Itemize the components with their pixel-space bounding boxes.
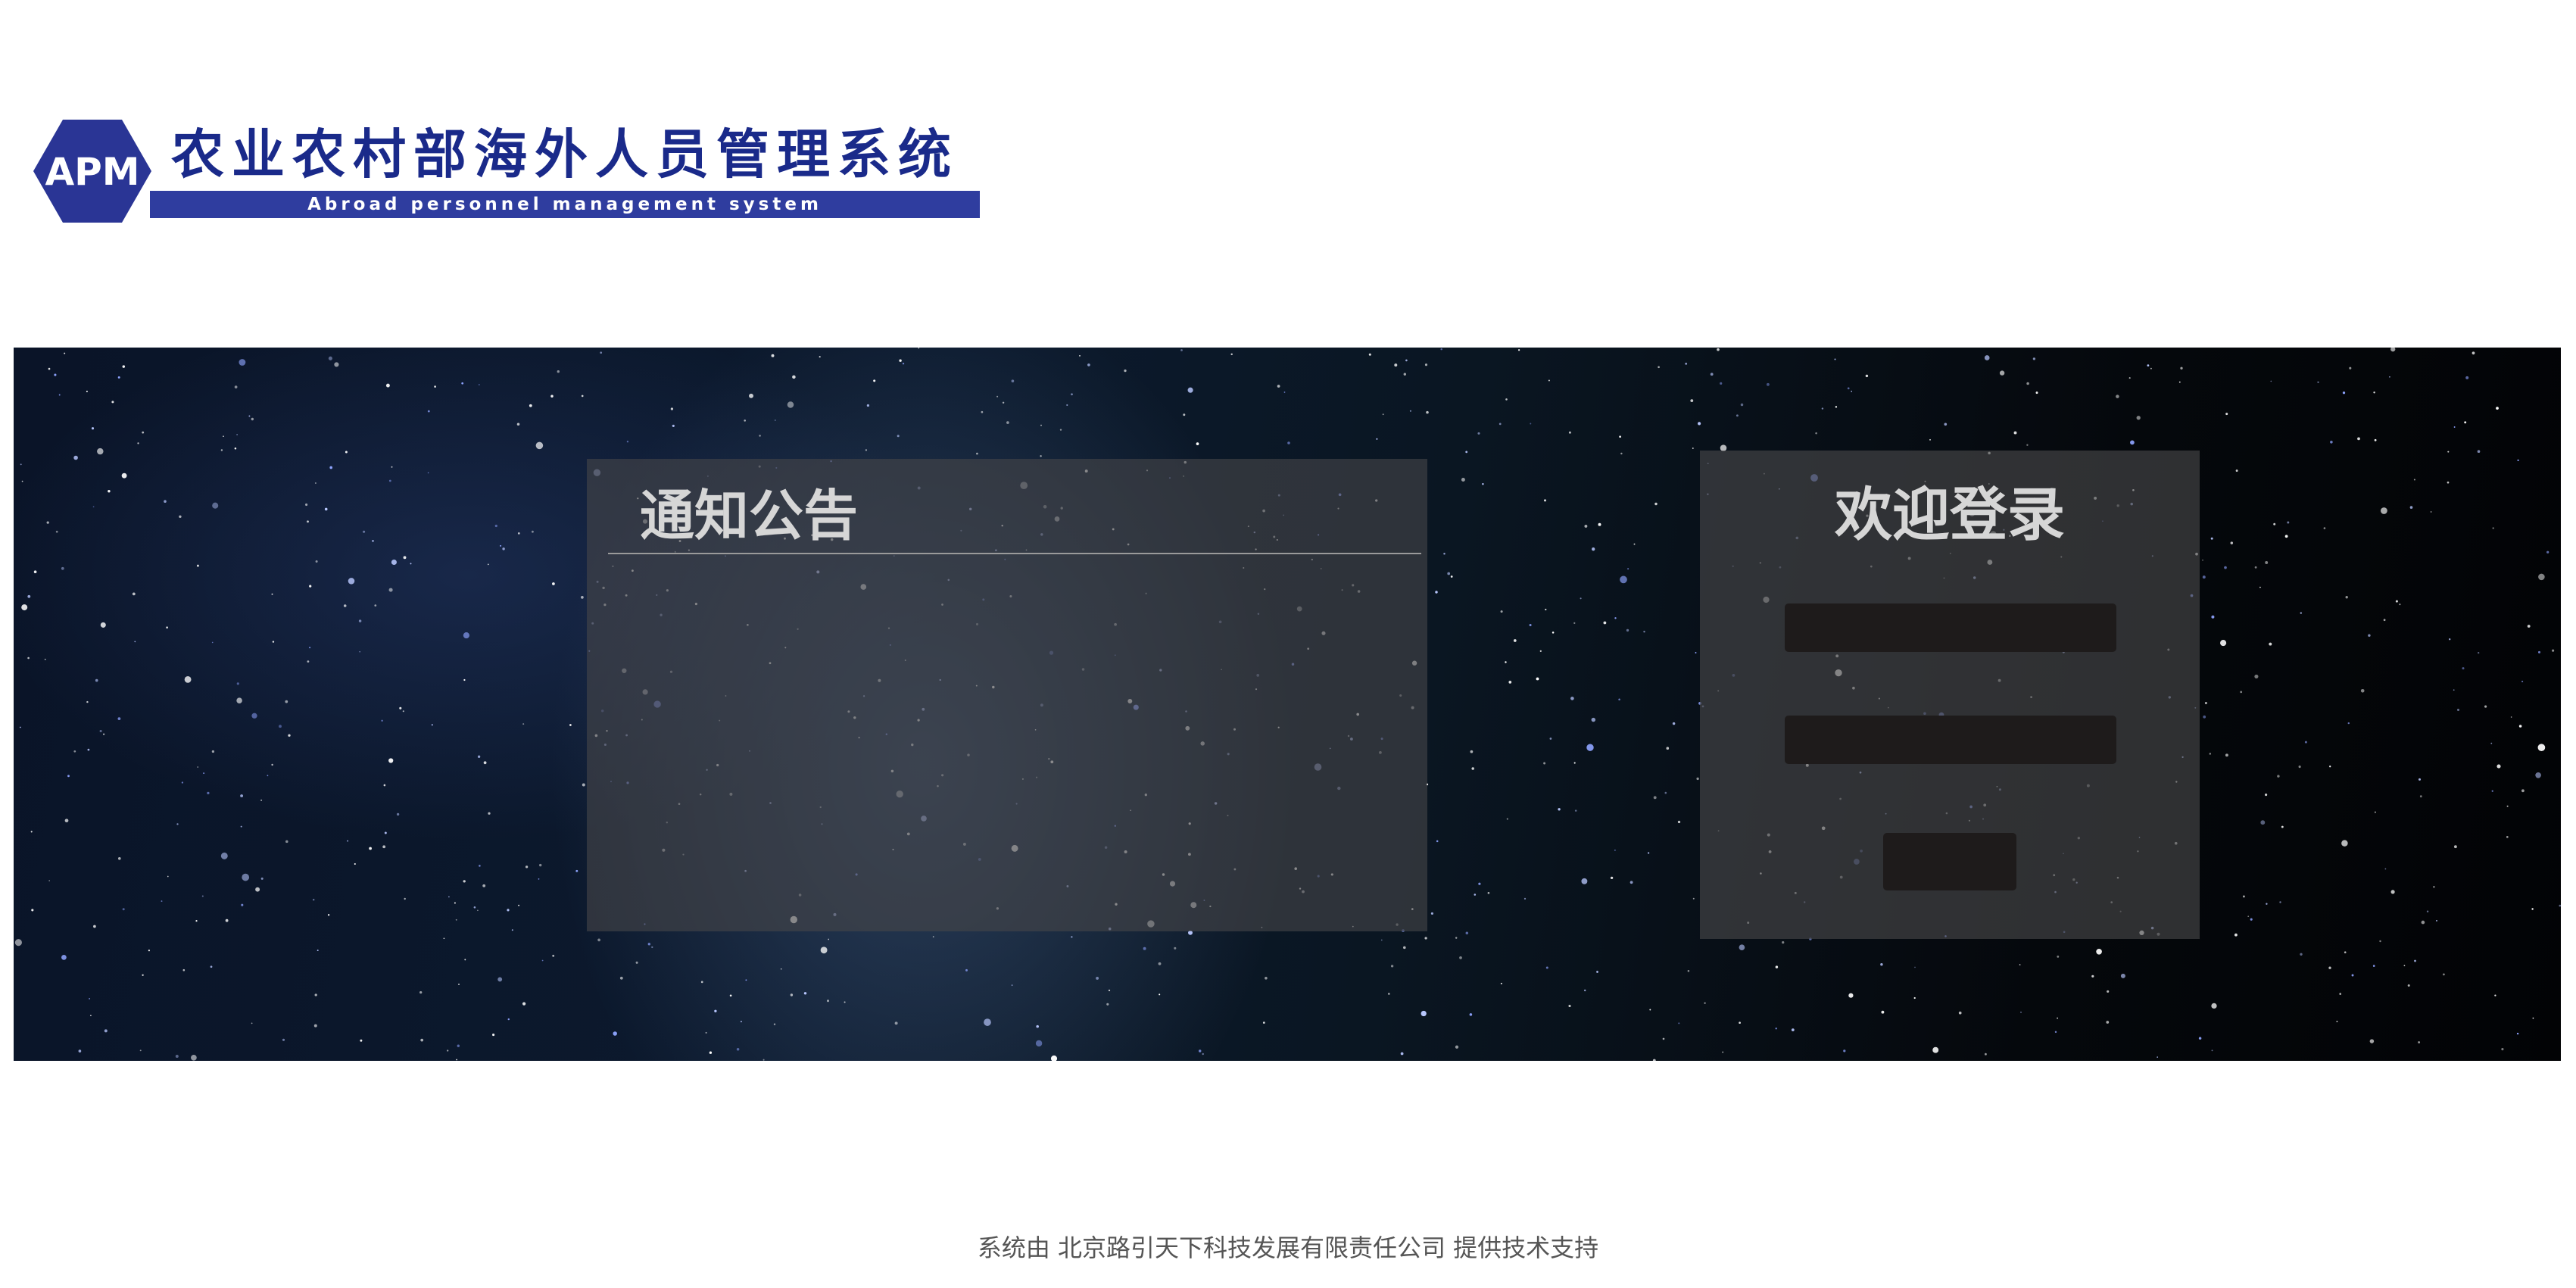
username-input[interactable] xyxy=(1785,603,2116,652)
footer-credit: 系统由 北京路引天下科技发展有限责任公司 提供技术支持 xyxy=(977,1233,1599,1262)
subtitle-band: Abroad personnel management system xyxy=(150,191,980,218)
notice-title: 通知公告 xyxy=(640,484,859,547)
system-title: 农业农村部海外人员管理系统 xyxy=(171,123,959,186)
notice-divider xyxy=(608,553,1421,554)
system-logo: APM 农业农村部海外人员管理系统 Abroad personnel manag… xyxy=(33,120,987,226)
login-page: APM 农业农村部海外人员管理系统 Abroad personnel manag… xyxy=(0,0,2576,1288)
login-button[interactable] xyxy=(1883,833,2016,890)
logo-abbr: APM xyxy=(45,150,139,194)
password-input[interactable] xyxy=(1785,716,2116,764)
login-title: 欢迎登录 xyxy=(1835,481,2065,548)
notice-panel: 通知公告 xyxy=(587,459,1427,931)
login-panel: 欢迎登录 xyxy=(1700,451,2200,939)
notice-list xyxy=(608,559,1421,922)
apm-hexagon-logo: APM xyxy=(33,120,151,223)
system-subtitle: Abroad personnel management system xyxy=(307,195,822,214)
